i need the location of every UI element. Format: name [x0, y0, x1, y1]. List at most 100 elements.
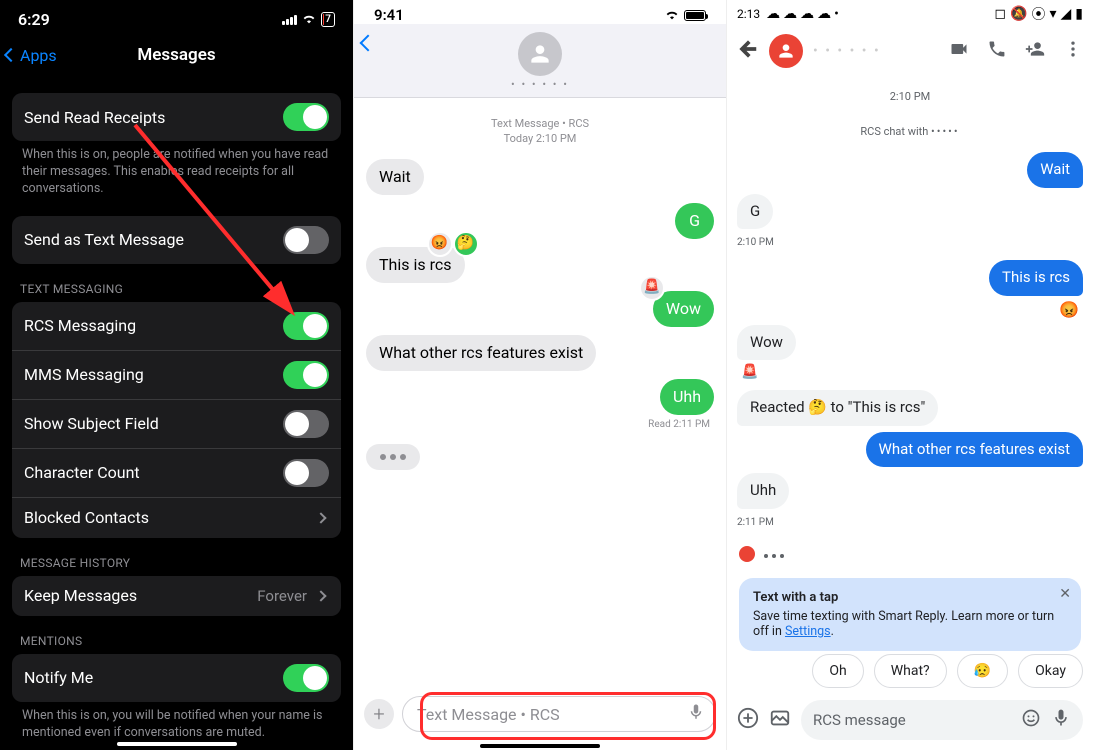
status-bar: 6:29 7 — [0, 0, 353, 35]
home-indicator — [117, 742, 237, 746]
message-incoming[interactable]: This is rcs 😡 🤔 — [366, 247, 465, 283]
chevron-right-icon — [315, 590, 326, 601]
contact-name: • • • • • • — [511, 78, 569, 91]
row-subject[interactable]: Show Subject Field — [12, 400, 341, 449]
row-blocked[interactable]: Blocked Contacts — [12, 498, 341, 538]
toggle-send-as-text[interactable] — [283, 226, 329, 254]
message-incoming[interactable]: G — [737, 194, 773, 230]
chevron-left-icon — [4, 48, 18, 62]
home-indicator — [480, 744, 600, 748]
conversation-header: • • • • • • — [354, 24, 726, 98]
message-outgoing[interactable]: Wow 🚨 — [653, 291, 714, 327]
message-incoming[interactable]: What other rcs features exist — [366, 335, 596, 371]
smart-reply-row: Oh What? 😥 Okay — [727, 654, 1093, 694]
emoji-icon[interactable] — [1021, 708, 1041, 732]
call-icon[interactable] — [987, 39, 1007, 63]
message-input[interactable]: RCS message — [801, 700, 1083, 740]
group-title-history: MESSAGE HISTORY — [12, 556, 341, 576]
toggle-subject[interactable] — [283, 410, 329, 438]
message-thread: Text Message • RCS Today 2:10 PM Wait G … — [354, 98, 726, 688]
row-mms[interactable]: MMS Messaging — [12, 351, 341, 400]
status-time: 6:29 — [18, 10, 50, 29]
smart-reply-chip[interactable]: Okay — [1018, 654, 1083, 688]
row-read-receipts-footer: When this is on, people are notified whe… — [12, 141, 341, 198]
message-incoming[interactable]: Wow — [737, 325, 796, 361]
row-read-receipts[interactable]: Send Read Receipts — [12, 93, 341, 141]
system-icons: ◻🔕⦿▾◢▮ — [994, 4, 1083, 24]
time-header: 2:10 PM — [737, 90, 1083, 103]
smart-reply-chip[interactable]: What? — [874, 654, 947, 688]
message-incoming-reaction[interactable]: Reacted 🤔 to "This is rcs" — [737, 390, 938, 426]
back-button[interactable] — [362, 34, 378, 53]
status-bar: 2:13 ☁ ☁ ☁ ☁ • ◻🔕⦿▾◢▮ — [727, 0, 1093, 28]
contact-avatar[interactable] — [518, 32, 562, 76]
chevron-right-icon — [315, 512, 326, 523]
row-char-count[interactable]: Character Count — [12, 449, 341, 498]
input-placeholder: RCS message — [813, 711, 906, 729]
message-input[interactable]: Text Message • RCS — [402, 696, 716, 732]
reactions: 😡 🤔 — [427, 231, 479, 257]
gallery-icon[interactable] — [769, 707, 791, 733]
smart-reply-tip: ✕ Text with a tap Save time texting with… — [739, 578, 1081, 651]
battery-icon — [684, 10, 706, 21]
toggle-char-count[interactable] — [283, 459, 329, 487]
message-outgoing[interactable]: G — [675, 203, 714, 239]
back-button[interactable] — [737, 38, 759, 64]
contact-name: • • • • • • — [813, 43, 939, 59]
mic-icon[interactable] — [1051, 708, 1071, 732]
typing-indicator — [366, 444, 420, 470]
input-placeholder: Text Message • RCS — [417, 705, 560, 724]
message-outgoing[interactable]: This is rcs — [989, 260, 1083, 296]
add-button[interactable]: + — [364, 699, 394, 729]
avatar-mini-icon — [739, 546, 755, 562]
toggle-rcs[interactable] — [283, 312, 329, 340]
reaction-siren-icon: 🚨 — [639, 275, 665, 301]
row-send-as-text[interactable]: Send as Text Message — [12, 216, 341, 264]
composer: + Text Message • RCS — [354, 688, 726, 750]
more-icon[interactable] — [1063, 39, 1083, 63]
read-receipt: Read 2:11 PM — [648, 419, 710, 430]
wifi-icon — [664, 6, 680, 24]
smart-reply-chip[interactable]: Oh — [812, 654, 863, 688]
add-button[interactable] — [737, 707, 759, 733]
row-rcs[interactable]: RCS Messaging — [12, 302, 341, 351]
reaction-angry-icon: 😡 — [427, 231, 453, 257]
status-bar: 9:41 — [354, 0, 726, 24]
video-call-icon[interactable] — [949, 39, 969, 63]
smart-reply-chip[interactable]: 😥 — [957, 654, 1008, 688]
settings-link[interactable]: Settings — [785, 624, 831, 639]
tip-title: Text with a tap — [753, 590, 1067, 605]
typing-indicator — [739, 546, 786, 562]
imessage-panel: 9:41 • • • • • • Text Message • RCS Toda… — [353, 0, 727, 750]
message-outgoing[interactable]: What other rcs features exist — [866, 432, 1083, 468]
mic-icon[interactable] — [687, 703, 705, 725]
row-keep-messages[interactable]: Keep Messages Forever — [12, 576, 341, 616]
rcs-chat-label: RCS chat with ••••• — [737, 125, 1083, 138]
toggle-mms[interactable] — [283, 361, 329, 389]
thread-meta: Text Message • RCS Today 2:10 PM — [366, 116, 714, 147]
group-title-text-messaging: TEXT MESSAGING — [12, 282, 341, 302]
toggle-notify-me[interactable] — [283, 664, 329, 692]
cellular-icon — [282, 15, 297, 25]
contact-avatar[interactable] — [769, 34, 803, 68]
reaction-thinking-icon: 🤔 — [453, 231, 479, 257]
battery-icon: 7 — [321, 12, 335, 27]
add-person-icon[interactable] — [1025, 39, 1045, 63]
row-notify-me[interactable]: Notify Me — [12, 654, 341, 702]
message-outgoing[interactable]: Uhh — [660, 379, 714, 415]
toggle-read-receipts[interactable] — [283, 103, 329, 131]
group-title-mentions: MENTIONS — [12, 634, 341, 654]
reaction-siren-icon: 🚨 — [741, 364, 758, 380]
message-incoming[interactable]: Wait — [366, 159, 424, 195]
back-button[interactable]: Apps — [6, 46, 57, 65]
ios-settings-panel: 6:29 7 Apps Messages Send Read Receipts … — [0, 0, 353, 750]
reaction-angry-icon: 😡 — [1059, 300, 1079, 319]
close-icon[interactable]: ✕ — [1059, 586, 1071, 602]
message-incoming[interactable]: Uhh — [737, 473, 789, 509]
message-thread: 2:10 PM RCS chat with ••••• Wait G 2:10 … — [727, 78, 1093, 654]
timestamp: 2:10 PM — [737, 237, 1083, 248]
conversation-header: • • • • • • — [727, 28, 1093, 78]
composer: RCS message — [727, 694, 1093, 750]
android-messages-panel: 2:13 ☁ ☁ ☁ ☁ • ◻🔕⦿▾◢▮ • • • • • • 2:10 P… — [727, 0, 1093, 750]
message-outgoing[interactable]: Wait — [1027, 152, 1083, 188]
